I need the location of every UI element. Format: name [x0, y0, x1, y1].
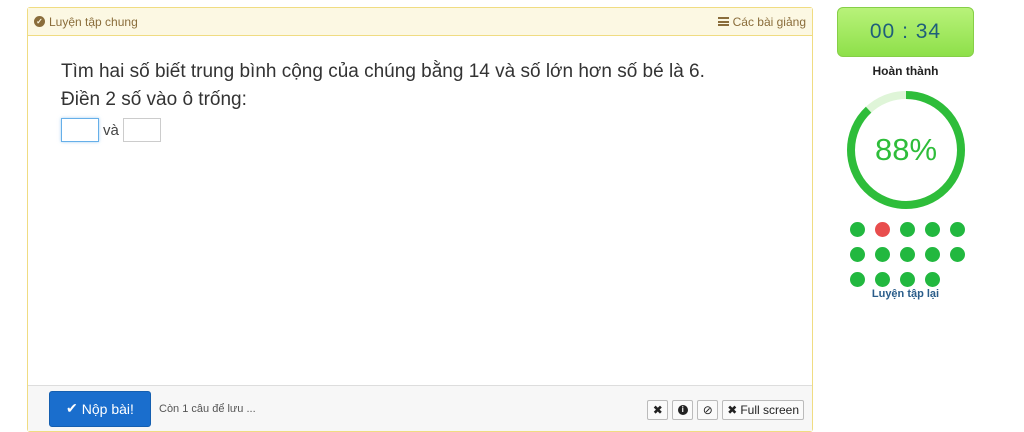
question-dot-10[interactable]: [950, 247, 965, 262]
question-body: Tìm hai số biết trung bình cộng của chún…: [28, 36, 812, 142]
question-dot-13[interactable]: [900, 272, 915, 287]
question-dot-6[interactable]: [850, 247, 865, 262]
answer-dots: [850, 222, 970, 287]
close-button[interactable]: ✖: [647, 400, 669, 420]
question-dot-9[interactable]: [925, 247, 940, 262]
question-dot-11[interactable]: [850, 272, 865, 287]
question-dot-2[interactable]: [875, 222, 890, 237]
exercise-panel: ✓ Luyện tập chung Các bài giảng Tìm hai …: [27, 7, 813, 432]
submit-button-label[interactable]: Nộp bài!: [82, 401, 134, 417]
checkmark-icon: ✔: [66, 400, 78, 416]
answer-input-2[interactable]: [122, 118, 161, 142]
question-instruction: Điền 2 số vào ô trống:: [61, 89, 247, 110]
cancel-button[interactable]: ⊘: [697, 400, 719, 420]
question-dot-14[interactable]: [925, 272, 940, 287]
question-dot-4[interactable]: [925, 222, 940, 237]
remaining-status: Còn 1 câu để lưu ...: [159, 402, 256, 415]
question-dot-3[interactable]: [900, 222, 915, 237]
question-dot-1[interactable]: [850, 222, 865, 237]
lessons-link-label[interactable]: Các bài giảng: [733, 15, 806, 29]
panel-footer: ✔ Nộp bài! Còn 1 câu để lưu ... ✖ i ⊘ ✖ …: [28, 385, 812, 431]
question-dot-8[interactable]: [900, 247, 915, 262]
info-icon: i: [677, 405, 688, 415]
answer-input-1[interactable]: [61, 118, 99, 142]
fullscreen-button[interactable]: ✖ Full screen: [722, 400, 804, 420]
close-icon: ✖: [652, 403, 663, 417]
expand-icon: ✖: [727, 403, 738, 417]
question-dot-7[interactable]: [875, 247, 890, 262]
question-text: Tìm hai số biết trung bình cộng của chún…: [61, 61, 705, 82]
fullscreen-label[interactable]: Full screen: [740, 403, 799, 417]
countdown-timer: 00 : 34: [837, 7, 974, 57]
exercise-title: ✓ Luyện tập chung: [34, 15, 138, 29]
info-button[interactable]: i: [672, 400, 694, 420]
lessons-link[interactable]: Các bài giảng: [717, 15, 806, 29]
tool-buttons: ✖ i ⊘ ✖ Full screen: [647, 400, 804, 420]
check-circle-icon: ✓: [34, 16, 45, 27]
exercise-title-label: Luyện tập chung: [49, 14, 138, 29]
menu-bars-icon: [717, 17, 729, 26]
submit-button[interactable]: ✔ Nộp bài!: [49, 390, 151, 427]
ban-icon: ⊘: [702, 403, 713, 417]
question-dot-12[interactable]: [875, 272, 890, 287]
question-dot-5[interactable]: [950, 222, 965, 237]
retry-link[interactable]: Luyện tập lại: [837, 288, 974, 300]
progress-label: Hoàn thành: [872, 64, 939, 78]
progress-percent: 88%: [874, 132, 938, 167]
answer-row: và: [61, 118, 812, 142]
connector-text: và: [103, 121, 119, 139]
panel-header: ✓ Luyện tập chung Các bài giảng: [28, 8, 812, 36]
